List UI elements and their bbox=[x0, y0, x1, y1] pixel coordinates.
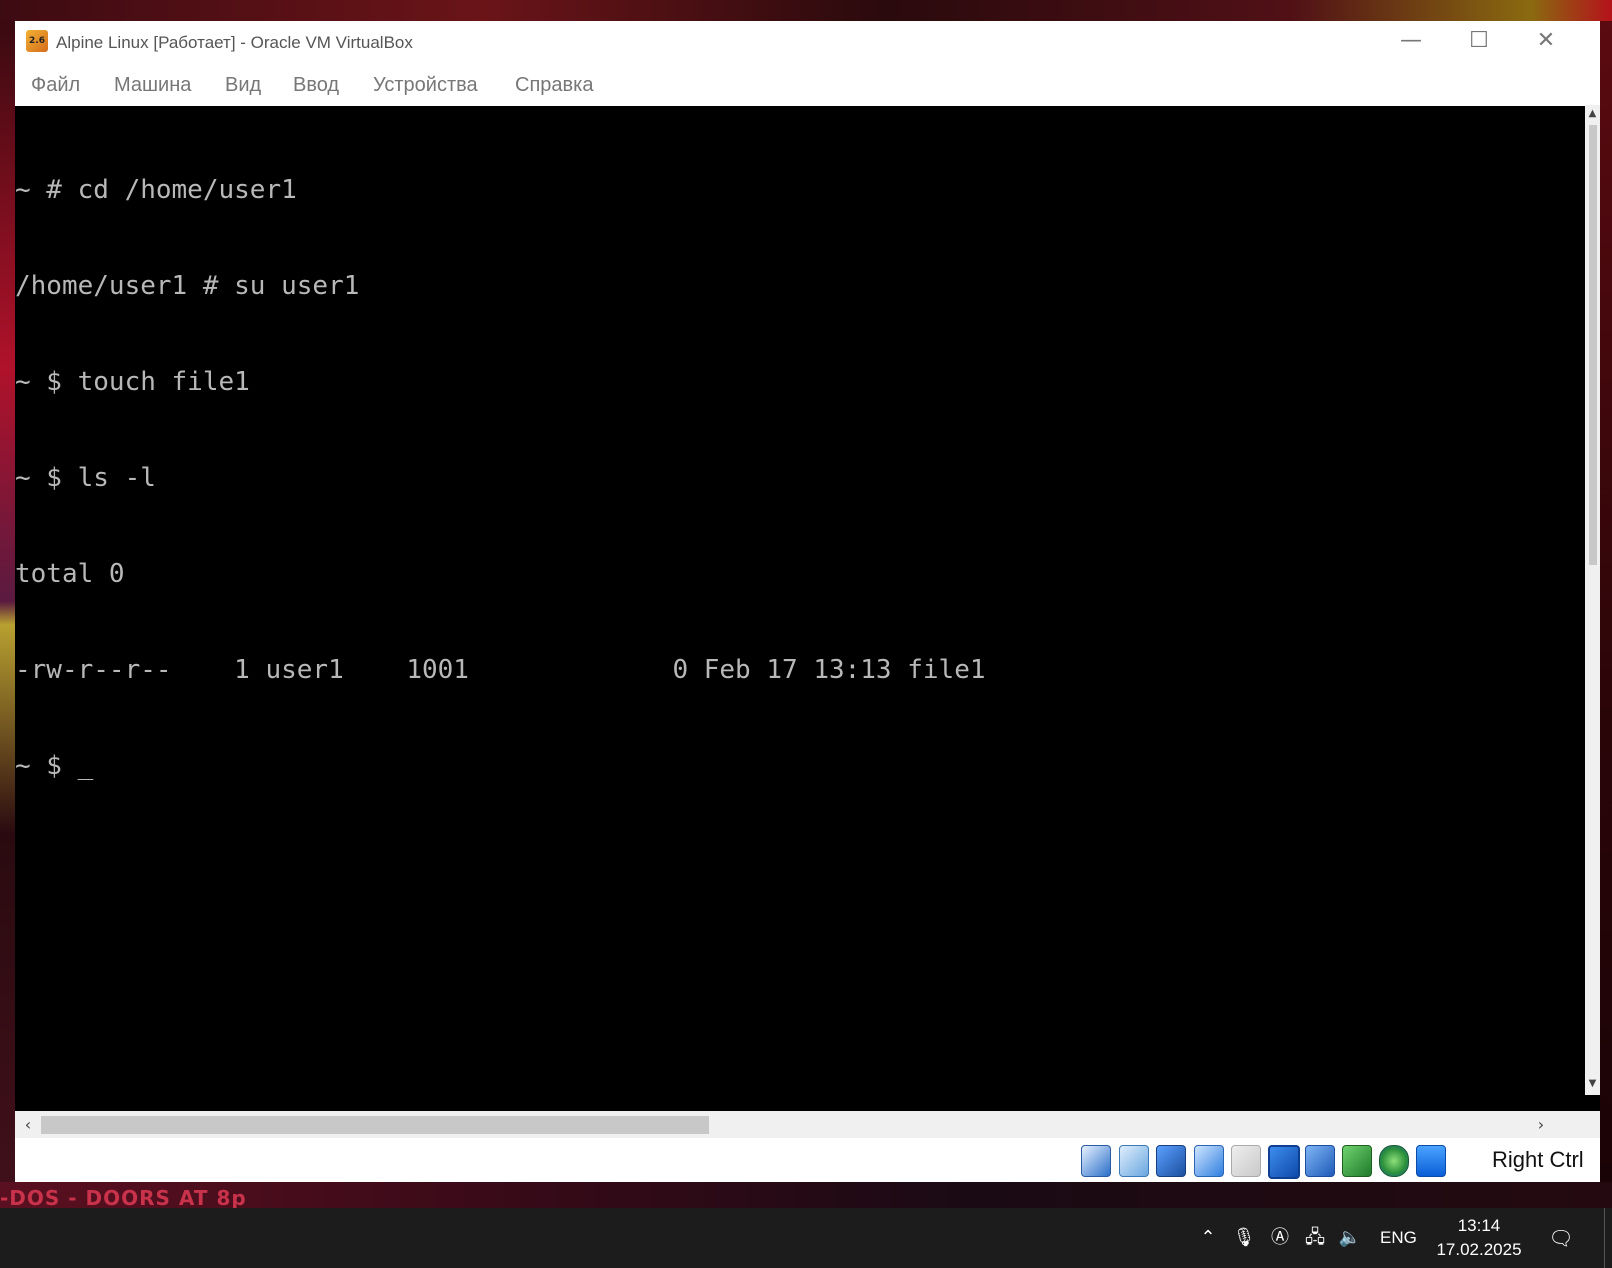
network-icon[interactable] bbox=[1194, 1145, 1224, 1177]
status-bar: Right Ctrl bbox=[15, 1138, 1600, 1182]
console-line: ~ $ touch file1 bbox=[15, 367, 250, 397]
desktop-wallpaper-right bbox=[1600, 21, 1612, 1182]
desktop-wallpaper-top bbox=[0, 0, 1612, 21]
scroll-down-icon[interactable]: ▼ bbox=[1586, 1077, 1599, 1091]
horizontal-scroll-thumb[interactable] bbox=[41, 1116, 709, 1134]
audio-icon[interactable] bbox=[1156, 1145, 1186, 1177]
title-bar[interactable]: 2.6 Alpine Linux [Работает] - Oracle VM … bbox=[15, 21, 1600, 64]
close-button[interactable]: ✕ bbox=[1512, 21, 1580, 64]
desktop-wallpaper-left bbox=[0, 21, 15, 1182]
vpn-icon[interactable]: Ⓐ bbox=[1268, 1226, 1292, 1250]
clock-date: 17.02.2025 bbox=[1436, 1240, 1522, 1259]
virtualbox-window: 2.6 Alpine Linux [Работает] - Oracle VM … bbox=[15, 21, 1600, 1182]
shared-folders-icon[interactable] bbox=[1268, 1145, 1300, 1179]
console-prompt[interactable]: ~ $ _ bbox=[15, 750, 1585, 782]
microphone-icon[interactable]: 🎙 bbox=[1232, 1226, 1256, 1250]
console-line: /home/user1 # su user1 bbox=[15, 271, 360, 301]
clock[interactable]: 13:14 17.02.2025 bbox=[1428, 1214, 1530, 1262]
show-desktop-button[interactable] bbox=[1604, 1208, 1612, 1268]
hard-disk-icon[interactable] bbox=[1081, 1145, 1111, 1177]
virtualbox-app-icon[interactable]: 2.6 bbox=[26, 30, 48, 52]
menu-view[interactable]: Вид bbox=[225, 64, 261, 106]
taskbar: ⌃ 🎙 Ⓐ 🖧 🔈 ENG 13:14 17.02.2025 🗨 bbox=[0, 1208, 1612, 1268]
scroll-right-icon[interactable]: › bbox=[1531, 1111, 1551, 1138]
console-line: ~ # cd /home/user1 bbox=[15, 175, 297, 205]
menu-input[interactable]: Ввод bbox=[293, 64, 339, 106]
vertical-scrollbar[interactable]: ▲ ▼ bbox=[1585, 105, 1600, 1095]
menu-help[interactable]: Справка bbox=[515, 64, 593, 106]
usb-icon[interactable] bbox=[1231, 1145, 1261, 1177]
vertical-scroll-thumb[interactable] bbox=[1589, 125, 1597, 565]
menu-file[interactable]: Файл bbox=[31, 64, 80, 106]
show-hidden-icons-chevron-icon[interactable]: ⌃ bbox=[1196, 1226, 1220, 1250]
window-title: Alpine Linux [Работает] - Oracle VM Virt… bbox=[56, 33, 413, 52]
host-key-label: Right Ctrl bbox=[1492, 1147, 1584, 1172]
clock-time: 13:14 bbox=[1457, 1216, 1501, 1235]
scroll-up-icon[interactable]: ▲ bbox=[1586, 107, 1599, 121]
notifications-icon[interactable]: 🗨 bbox=[1548, 1226, 1574, 1250]
menu-devices[interactable]: Устройства bbox=[373, 64, 478, 106]
wallpaper-text: -DOS - DOORS AT 8p bbox=[0, 1186, 247, 1210]
console-line: ~ $ ls -l bbox=[15, 463, 156, 493]
volume-icon[interactable]: 🔈 bbox=[1338, 1226, 1362, 1250]
minimize-button[interactable]: — bbox=[1377, 21, 1445, 64]
scroll-left-icon[interactable]: ‹ bbox=[18, 1111, 38, 1138]
input-language[interactable]: ENG bbox=[1380, 1208, 1417, 1268]
console-output: ~ # cd /home/user1 /home/user1 # su user… bbox=[15, 110, 1585, 1100]
console-line: total 0 bbox=[15, 559, 125, 589]
menu-bar: Файл Машина Вид Ввод Устройства Справка bbox=[15, 64, 1600, 106]
display-icon[interactable] bbox=[1305, 1145, 1335, 1177]
optical-drive-icon[interactable] bbox=[1119, 1145, 1149, 1177]
network-status-icon[interactable]: 🖧 bbox=[1303, 1226, 1327, 1250]
video-capture-icon[interactable] bbox=[1342, 1145, 1372, 1177]
menu-machine[interactable]: Машина bbox=[114, 64, 191, 106]
horizontal-scrollbar[interactable]: ‹ › bbox=[15, 1111, 1600, 1138]
recording-icon[interactable] bbox=[1379, 1145, 1409, 1177]
console-line: -rw-r--r-- 1 user1 1001 0 Feb 17 13:13 f… bbox=[15, 655, 986, 685]
guest-additions-icon[interactable] bbox=[1416, 1145, 1446, 1177]
maximize-button[interactable]: ☐ bbox=[1445, 21, 1513, 64]
vm-display[interactable]: ~ # cd /home/user1 /home/user1 # su user… bbox=[15, 106, 1600, 1111]
